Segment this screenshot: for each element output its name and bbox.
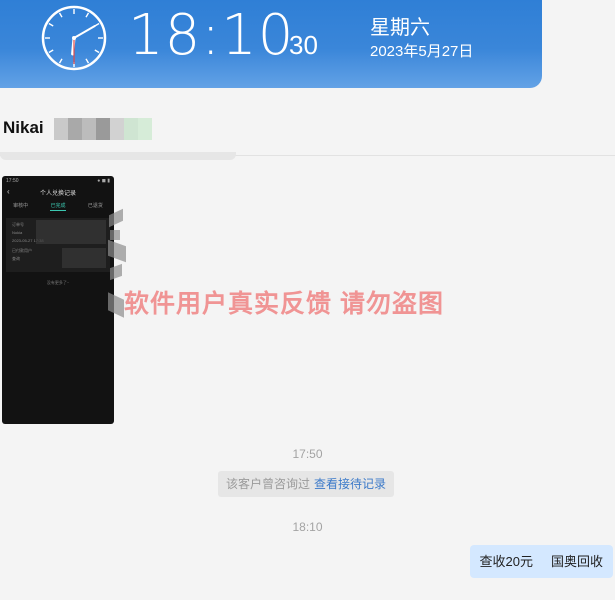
screenshot-empty-text: 没有更多了~ (46, 280, 70, 285)
clock-seconds: 30 (289, 30, 318, 60)
redaction-shard (110, 230, 120, 240)
outgoing-message-bubble[interactable]: 查收20元 国奥回收 (469, 545, 613, 578)
redacted-name-mosaic (54, 118, 152, 140)
chat-header: Nikai (0, 104, 615, 156)
message-text: 查收20元 (479, 554, 533, 569)
redaction-shard (110, 263, 122, 281)
clock-minute-hand (73, 25, 96, 39)
message-timestamp: 17:50 (292, 447, 323, 461)
screenshot-title: 个人兑换记录 (39, 191, 76, 197)
analog-clock-icon (41, 5, 107, 71)
clock-date: 2023年5月27日 (370, 43, 474, 60)
message-text: 国奥回收 (550, 554, 603, 569)
header-divider (0, 152, 236, 160)
screenshot-card-line: 已付款用户 (12, 248, 32, 253)
screenshot-card-line: 订单号 (12, 222, 24, 227)
screenshot-order-card: 订单号 Nokia 2023-05-27 17:38 已付款用户 查询 (6, 218, 110, 272)
clock-weekday: 星期六 (370, 17, 430, 39)
system-notice: 该客户曾咨询过 查看接待记录 (218, 471, 395, 497)
screenshot-status-icons: ● ◼ ▮ (97, 178, 110, 184)
screenshot-tab-active: 已完成 (50, 203, 66, 211)
screenshot-tab: 审核中 (13, 203, 29, 209)
clock-time: 18:10 (128, 3, 295, 68)
screenshot-blur (62, 248, 106, 268)
message-timestamp: 18:10 (292, 520, 323, 534)
view-reception-record-link[interactable]: 查看接待记录 (314, 477, 386, 491)
screenshot-card-line: Nokia (12, 230, 23, 235)
contact-name[interactable]: Nikai (3, 118, 44, 138)
image-message-screenshot[interactable]: 17:50 ● ◼ ▮ ‹ 个人兑换记录 审核中 已完成 已退货 订单号 Nok… (2, 176, 114, 424)
screenshot-blur (36, 220, 106, 244)
clock-banner: 18:10 30 星期六 2023年5月27日 (0, 0, 542, 88)
notice-text: 该客户曾咨询过 (226, 477, 311, 491)
screenshot-tabs: 审核中 已完成 已退货 (2, 202, 114, 211)
screenshot-card-line: 查询 (12, 256, 20, 261)
watermark-text: 软件用户真实反馈 请勿盗图 (124, 290, 444, 318)
screenshot-tab: 已退货 (87, 203, 103, 209)
screenshot-status-time: 17:50 (6, 178, 19, 184)
